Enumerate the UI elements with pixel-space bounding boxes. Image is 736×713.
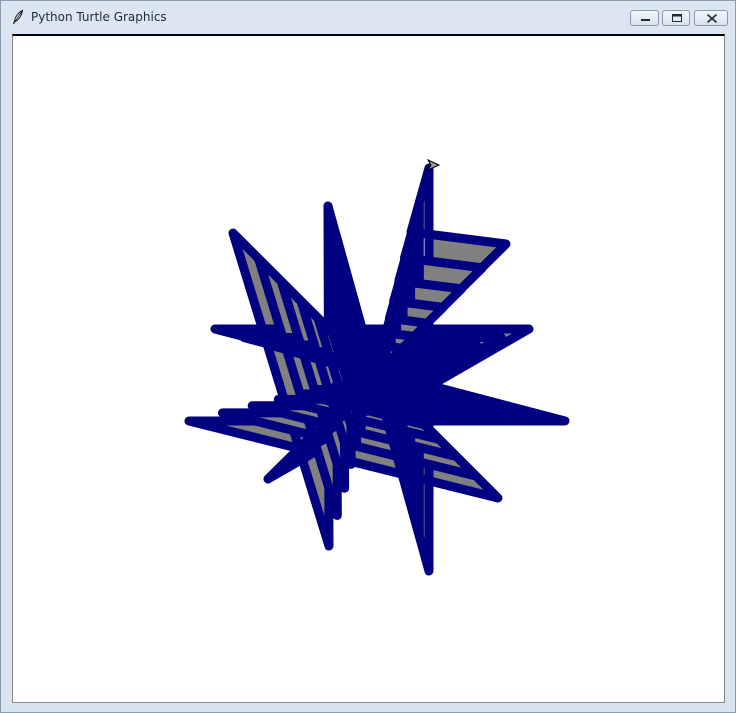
star-center bbox=[357, 356, 393, 392]
window-title: Python Turtle Graphics bbox=[31, 10, 167, 24]
close-icon bbox=[707, 14, 717, 23]
minimize-button[interactable] bbox=[630, 10, 659, 26]
star-drawing bbox=[184, 163, 570, 576]
close-button[interactable] bbox=[694, 10, 728, 26]
maximize-button[interactable] bbox=[662, 10, 690, 26]
turtle-canvas[interactable] bbox=[12, 34, 725, 703]
drawing-surface[interactable] bbox=[13, 36, 724, 702]
maximize-icon bbox=[672, 14, 682, 22]
minimize-icon bbox=[641, 19, 650, 21]
turtle-window: Python Turtle Graphics bbox=[0, 0, 736, 713]
feather-icon bbox=[10, 9, 26, 25]
title-bar[interactable]: Python Turtle Graphics bbox=[1, 1, 735, 33]
